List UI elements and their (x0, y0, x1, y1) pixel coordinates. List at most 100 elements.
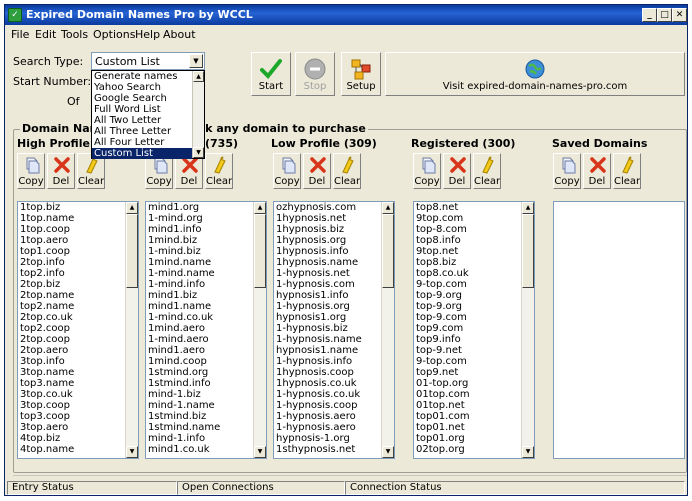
chevron-down-icon[interactable]: ▼ (189, 54, 203, 68)
title-bar[interactable]: ✓ Expired Domain Names Pro by WCCL _ □ ✕ (5, 5, 687, 25)
list-item[interactable]: hypnosis1.name (276, 345, 362, 356)
list-item[interactable]: 1-hypnosis.biz (276, 323, 362, 334)
scroll-down-icon[interactable]: ▼ (193, 147, 204, 158)
list-item[interactable]: ozhypnosis.com (276, 202, 362, 213)
minimize-icon[interactable]: _ (642, 8, 657, 22)
horizontal-scrollbar[interactable] (13, 475, 687, 478)
list-item[interactable]: 9-top.com (416, 279, 470, 290)
list-item[interactable]: 1mind.coop (148, 356, 220, 367)
menu-options[interactable]: Options (93, 28, 135, 41)
del-button-high-profile[interactable]: Del (47, 153, 75, 189)
copy-button-registered[interactable]: Copy (413, 153, 441, 189)
list-item[interactable]: 01top.com (416, 389, 470, 400)
del-button-low-profile[interactable]: Del (303, 153, 331, 189)
list-item[interactable]: top8.co.uk (416, 268, 470, 279)
list-item[interactable]: top-9.net (416, 345, 470, 356)
list-item[interactable]: mind1.name (148, 301, 220, 312)
del-button-registered[interactable]: Del (443, 153, 471, 189)
list-item[interactable]: 1top.aero (20, 235, 74, 246)
list-item[interactable]: 9-top.com (416, 356, 470, 367)
scroll-thumb[interactable] (522, 214, 534, 288)
list-item[interactable]: 1sthypnosis.net (276, 444, 362, 455)
copy-button-saved-domains[interactable]: Copy (553, 153, 581, 189)
list-item[interactable]: 2top.biz (20, 279, 74, 290)
list-item[interactable]: 1stmind.info (148, 378, 220, 389)
option-full-word-list[interactable]: Full Word List (92, 104, 192, 115)
close-icon[interactable]: ✕ (672, 8, 687, 22)
option-all-three-letter[interactable]: All Three Letter (92, 126, 192, 137)
list-item[interactable]: 3top.info (20, 356, 74, 367)
list-item[interactable]: 1stmind.name (148, 422, 220, 433)
option-yahoo-search[interactable]: Yahoo Search (92, 82, 192, 93)
list-item[interactable]: top-8.com (416, 224, 470, 235)
list-item[interactable]: 1mind.name (148, 257, 220, 268)
list-item[interactable]: 1hypnosis.info (276, 246, 362, 257)
list-item[interactable]: top-9.org (416, 290, 470, 301)
list-item[interactable]: 1-hypnosis.org (276, 301, 362, 312)
domain-list-medium-profile[interactable]: mind1.org 1-mind.org mind1.info 1mind.biz 1-… (145, 201, 267, 459)
list-item[interactable]: 1-hypnosis.coop (276, 400, 362, 411)
list-item[interactable]: 1-mind.name (148, 268, 220, 279)
list-item[interactable]: top8.net (416, 202, 470, 213)
list-item[interactable]: 1-mind.org (148, 213, 220, 224)
list-item[interactable]: 2top.aero (20, 345, 74, 356)
scroll-down-icon[interactable]: ▼ (382, 446, 394, 458)
vertical-scrollbar[interactable]: ▲ ▼ (253, 202, 266, 458)
list-item[interactable]: 02top.org (416, 444, 470, 455)
list-item[interactable]: 1hypnosis.net (276, 213, 362, 224)
list-item[interactable]: top-9.org (416, 301, 470, 312)
list-item[interactable]: 1-hypnosis.aero (276, 411, 362, 422)
list-item[interactable]: top01.org (416, 433, 470, 444)
list-item[interactable]: 1-mind.co.uk (148, 312, 220, 323)
list-item[interactable]: 2top.info (20, 257, 74, 268)
list-item[interactable]: 1-hypnosis.aero (276, 422, 362, 433)
list-item[interactable]: top01.net (416, 422, 470, 433)
list-item[interactable]: mind-1.biz (148, 389, 220, 400)
option-google-search[interactable]: Google Search (92, 93, 192, 104)
list-item[interactable]: 1stmind.org (148, 367, 220, 378)
list-item[interactable]: 1-mind.info (148, 279, 220, 290)
menu-help[interactable]: Help (135, 28, 160, 41)
list-item[interactable]: top3.name (20, 378, 74, 389)
scroll-up-icon[interactable]: ▲ (382, 202, 394, 214)
list-item[interactable]: 2top.name (20, 290, 74, 301)
list-item[interactable]: top3.coop (20, 411, 74, 422)
list-item[interactable]: mind1.co.uk (148, 444, 220, 455)
scroll-down-icon[interactable]: ▼ (522, 446, 534, 458)
domain-list-registered[interactable]: top8.net 9top.com top-8.com top8.info 9top.n… (413, 201, 535, 459)
list-item[interactable]: top9.net (416, 367, 470, 378)
list-item[interactable]: 1top.biz (20, 202, 74, 213)
del-button-saved-domains[interactable]: Del (583, 153, 611, 189)
scroll-up-icon[interactable]: ▲ (126, 202, 138, 214)
list-item[interactable]: 01-top.org (416, 378, 470, 389)
list-item[interactable]: hypnosis1.org (276, 312, 362, 323)
start-button[interactable]: Start (251, 52, 291, 96)
scroll-up-icon[interactable]: ▲ (193, 71, 204, 82)
list-item[interactable]: 3top.aero (20, 422, 74, 433)
list-item[interactable]: 1stmind.biz (148, 411, 220, 422)
list-item[interactable]: 1mind.aero (148, 323, 220, 334)
list-item[interactable]: hypnosis-1.org (276, 433, 362, 444)
list-item[interactable]: mind1.org (148, 202, 220, 213)
list-item[interactable]: 4top.name (20, 444, 74, 455)
option-all-four-letter[interactable]: All Four Letter (92, 137, 192, 148)
list-item[interactable]: 1hypnosis.org (276, 235, 362, 246)
list-item[interactable]: 1hypnosis.biz (276, 224, 362, 235)
clear-button-low-profile[interactable]: Clear (333, 153, 361, 189)
list-item[interactable]: top8.info (416, 235, 470, 246)
scroll-up-icon[interactable]: ▲ (522, 202, 534, 214)
list-item[interactable]: hypnosis1.info (276, 290, 362, 301)
list-item[interactable]: 1-hypnosis.com (276, 279, 362, 290)
list-item[interactable]: 1top.coop (20, 224, 74, 235)
list-item[interactable]: 9top.net (416, 246, 470, 257)
list-item[interactable]: 1-hypnosis.net (276, 268, 362, 279)
menu-tools[interactable]: Tools (61, 28, 88, 41)
stop-button[interactable]: Stop (295, 52, 335, 96)
option-custom-list[interactable]: Custom List (92, 148, 192, 159)
list-item[interactable]: top8.biz (416, 257, 470, 268)
list-item[interactable]: mind1.aero (148, 345, 220, 356)
clear-button-registered[interactable]: Clear (473, 153, 501, 189)
dropdown-scrollbar[interactable]: ▲ ▼ (192, 71, 204, 158)
list-item[interactable]: 4top.biz (20, 433, 74, 444)
option-generate-names[interactable]: Generate names (92, 71, 192, 82)
